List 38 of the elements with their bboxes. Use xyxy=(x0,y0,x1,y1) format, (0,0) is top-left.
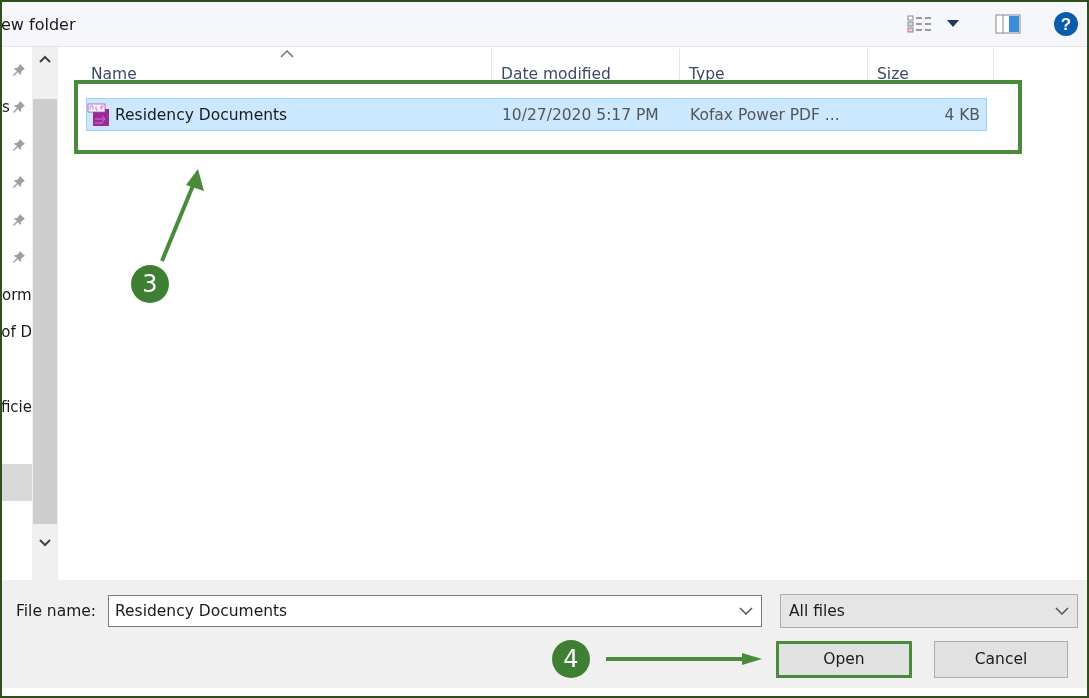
nav-item[interactable]: of D xyxy=(2,323,32,342)
pdf-file-icon xyxy=(87,102,111,127)
file-name-field[interactable]: Residency Documents xyxy=(108,595,762,627)
step-number-badge: 4 xyxy=(552,640,590,678)
column-header[interactable]: Size xyxy=(868,49,994,83)
open-button[interactable]: Open xyxy=(776,640,912,678)
pin-icon xyxy=(12,250,26,265)
scrollbar-thumb[interactable] xyxy=(32,99,57,524)
scroll-up-icon[interactable] xyxy=(38,55,51,63)
pin-icon xyxy=(12,175,26,190)
pin-icon xyxy=(12,137,26,152)
file-date: 10/27/2020 5:17 PM xyxy=(502,105,660,124)
nav-item[interactable]: orm xyxy=(2,285,32,304)
sort-caret-icon xyxy=(280,50,294,58)
cancel-button[interactable]: Cancel xyxy=(934,640,1068,678)
preview-pane-icon[interactable] xyxy=(995,14,1021,34)
dropdown-caret-icon[interactable] xyxy=(739,607,753,615)
caret-icon[interactable] xyxy=(947,20,959,28)
view-list-icon[interactable] xyxy=(907,14,933,34)
column-header[interactable]: Date modified xyxy=(492,49,680,83)
column-header[interactable]: Name xyxy=(58,49,492,83)
help-icon[interactable]: ? xyxy=(1053,11,1079,37)
new-folder-button[interactable]: ew folder xyxy=(2,14,76,34)
pin-icon xyxy=(12,62,26,77)
pin-icon xyxy=(12,212,26,227)
file-name: Residency Documents xyxy=(115,105,288,124)
file-name-label: File name: xyxy=(16,602,98,620)
file-type-dropdown[interactable]: All files xyxy=(780,594,1078,628)
nav-item[interactable]: s xyxy=(2,98,12,117)
nav-item[interactable]: ficie xyxy=(2,398,32,417)
file-row[interactable]: Residency Documents 10/27/2020 5:17 PM Kofax Power PDF ... 4 KB xyxy=(86,98,987,131)
pin-icon xyxy=(12,100,26,115)
dropdown-caret-icon[interactable] xyxy=(1055,607,1069,615)
file-type: Kofax Power PDF ... xyxy=(690,105,841,124)
file-size: 4 KB xyxy=(943,105,981,124)
scrollbar[interactable] xyxy=(32,47,57,580)
step-number-badge: 3 xyxy=(131,265,169,303)
scroll-down-icon[interactable] xyxy=(38,539,51,547)
